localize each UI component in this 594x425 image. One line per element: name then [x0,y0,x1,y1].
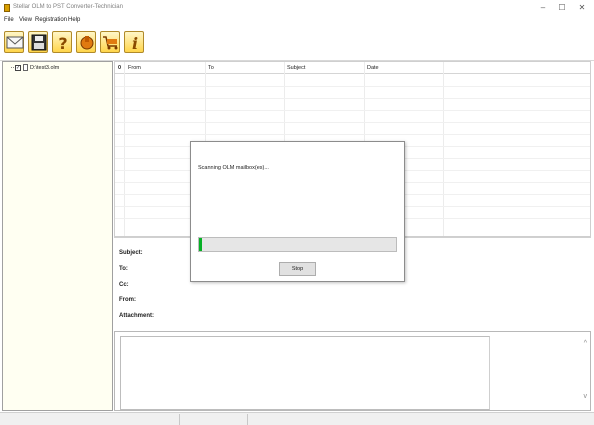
mailbox-tree-pane: ✓ D:\test3.olm [2,61,113,411]
attachment-label: Attachment: [119,313,155,319]
app-icon [4,4,10,12]
menu-bar: File View Registration Help [0,16,594,26]
scanning-message: Scanning OLM mailbox(es)... [198,165,269,171]
grid-row-line [115,98,590,99]
scroll-up-icon[interactable]: ^ [584,340,587,347]
column-to[interactable]: To [208,65,214,71]
scan-progress-bar [198,237,397,252]
grid-row-line [115,134,590,135]
column-divider [443,62,444,236]
menu-registration[interactable]: Registration [35,17,67,23]
column-date[interactable]: Date [367,65,379,71]
menu-help[interactable]: Help [68,17,80,23]
info-icon: i [132,34,138,51]
status-cell [180,414,248,425]
scroll-down-icon[interactable]: v [584,393,588,400]
column-divider [124,62,125,236]
cc-label: Cc: [119,282,129,288]
save-icon [31,34,47,51]
subject-label: Subject: [119,250,143,256]
scanning-dialog: Scanning OLM mailbox(es)... Stop [190,141,405,282]
grid-row-line [115,122,590,123]
help-button[interactable]: ? [52,31,72,53]
menu-view[interactable]: View [19,17,32,23]
menu-file[interactable]: File [4,17,14,23]
status-bar [0,412,594,425]
minimize-button[interactable]: – [534,2,552,14]
tree-item-checkbox[interactable]: ✓ [15,65,21,71]
buy-button[interactable] [100,31,120,53]
title-bar: Stellar OLM to PST Converter-Technician … [0,0,594,16]
support-button[interactable] [76,31,96,53]
from-label: From: [119,297,136,303]
svg-text:i: i [132,34,138,51]
grid-row-line [115,110,590,111]
olm-file-icon [23,64,28,71]
attachment-column-icon[interactable]: 0 [118,65,121,71]
stop-button[interactable]: Stop [279,262,316,276]
scan-progress-fill [199,238,202,251]
info-button[interactable]: i [124,31,144,53]
tree-item-label[interactable]: D:\test3.olm [30,65,59,71]
select-mailbox-icon [6,36,24,49]
support-icon [80,36,94,50]
column-subject[interactable]: Subject [287,65,305,71]
close-button[interactable]: ✕ [573,2,591,14]
status-cell [0,414,180,425]
buy-cart-icon [103,36,118,50]
help-icon: ? [58,34,67,51]
grid-header: 0 From To Subject Date [115,62,590,74]
message-preview-pane: ^ v [114,331,591,411]
select-mailbox-button[interactable] [4,31,24,53]
message-body[interactable] [120,336,490,410]
svg-text:?: ? [58,34,67,51]
to-label: To: [119,266,128,272]
maximize-button[interactable]: ☐ [553,2,571,14]
grid-row-line [115,86,590,87]
toolbar: ? i [0,26,594,61]
save-button[interactable] [28,31,48,53]
window-title: Stellar OLM to PST Converter-Technician [13,4,123,10]
column-from[interactable]: From [128,65,141,71]
